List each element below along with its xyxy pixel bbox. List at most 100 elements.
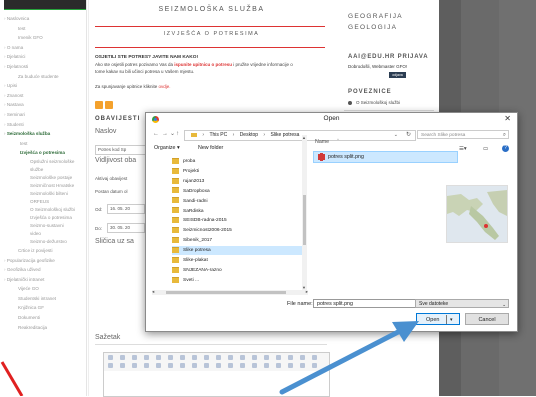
editor-tool-button[interactable] bbox=[216, 355, 221, 360]
forward-arrow-icon[interactable]: → bbox=[162, 130, 168, 138]
nav-folder-item[interactable]: SaRdiska bbox=[172, 207, 302, 216]
sidebar-item[interactable]: test bbox=[0, 139, 86, 149]
sidebar-item[interactable]: test bbox=[0, 24, 86, 34]
editor-tool-button[interactable] bbox=[120, 355, 125, 360]
open-button[interactable]: Open ▾ bbox=[416, 313, 460, 325]
sidebar-item[interactable]: Seizmičnost Hrvatske bbox=[0, 182, 86, 190]
editor-tool-button[interactable] bbox=[252, 355, 257, 360]
editor-tool-button[interactable] bbox=[228, 355, 233, 360]
sidebar-item[interactable]: Upisi bbox=[0, 81, 86, 91]
breadcrumb-this-pc[interactable]: This PC bbox=[209, 132, 227, 138]
editor-tool-button[interactable] bbox=[264, 363, 269, 368]
sidebar-item[interactable]: video bbox=[0, 230, 86, 238]
search-input[interactable]: Search Slike potresa ⌕ bbox=[417, 130, 509, 139]
sidebar-item[interactable]: Knjižnica GF bbox=[0, 303, 86, 313]
nav-folder-item[interactable]: Projekti bbox=[172, 167, 302, 176]
editor-tool-button[interactable] bbox=[120, 363, 125, 368]
view-options-icon[interactable]: ☰▾ bbox=[459, 146, 467, 152]
sidebar-item[interactable]: Reakreditacija bbox=[0, 323, 86, 333]
new-folder-button[interactable]: New folder bbox=[198, 145, 223, 151]
sidebar-item[interactable]: O Seizmološkoj službi bbox=[0, 206, 86, 214]
editor-tool-button[interactable] bbox=[216, 363, 221, 368]
from-date-input[interactable]: 16. 05. 20 bbox=[107, 204, 145, 214]
sidebar-item[interactable]: Dokumenti bbox=[0, 313, 86, 323]
recent-locations-icon[interactable]: ⌄ bbox=[170, 130, 175, 138]
sidebar-item[interactable]: Djelatnici bbox=[0, 52, 86, 62]
navigation-scrollbar[interactable]: ▲ ▼ bbox=[302, 135, 307, 290]
sidebar-item[interactable]: Djelatnički intranet bbox=[0, 275, 86, 285]
editor-tool-button[interactable] bbox=[108, 363, 113, 368]
nav-folder-item[interactable]: Slike potresa bbox=[172, 246, 302, 256]
editor-tool-button[interactable] bbox=[288, 355, 293, 360]
breadcrumb-slike-potresa[interactable]: Slike potresa bbox=[270, 132, 299, 138]
scroll-up-icon[interactable]: ▲ bbox=[302, 135, 306, 140]
sidebar-item[interactable]: Naslovnica bbox=[0, 14, 86, 24]
nav-folder-item[interactable]: Slike-plakat bbox=[172, 256, 302, 265]
hscroll-thumb[interactable] bbox=[166, 291, 286, 294]
close-icon[interactable]: ✕ bbox=[504, 114, 511, 124]
sidebar-item[interactable]: Izvješća o potresima bbox=[0, 148, 86, 158]
title-input[interactable]: Potres kod Sp bbox=[95, 145, 147, 155]
nav-folder-item[interactable]: SNJEZANA-razno bbox=[172, 266, 302, 275]
sidebar-item[interactable]: Popularizacija geofizike bbox=[0, 256, 86, 266]
questionnaire-link[interactable]: ispunite upitnicu o potresu bbox=[174, 62, 232, 67]
editor-tool-button[interactable] bbox=[312, 363, 317, 368]
sidebar-item[interactable]: Geofizika užived bbox=[0, 265, 86, 275]
sidebar-item[interactable]: Imenik GFO bbox=[0, 33, 86, 43]
file-type-select[interactable]: Sve datoteke ⌄ bbox=[415, 299, 509, 308]
sidebar-item[interactable]: Za buduće studente bbox=[0, 72, 86, 82]
nav-folder-item[interactable]: rujan2013 bbox=[172, 177, 302, 186]
to-date-input[interactable]: 30. 05. 20 bbox=[107, 223, 145, 233]
address-bar[interactable]: › This PC › Desktop › Slike potresa ⌄ ↻ bbox=[184, 130, 416, 141]
cancel-button[interactable]: Cancel bbox=[465, 313, 509, 325]
editor-tool-button[interactable] bbox=[204, 355, 209, 360]
sidebar-item[interactable]: Seminari bbox=[0, 110, 86, 120]
editor-tool-button[interactable] bbox=[144, 363, 149, 368]
nav-folder-item[interactable]: Sandi-radni bbox=[172, 197, 302, 206]
horizontal-scrollbar[interactable]: ◂ ▸ bbox=[152, 289, 308, 295]
file-item[interactable]: potres split.png bbox=[313, 151, 458, 163]
editor-tool-button[interactable] bbox=[300, 355, 305, 360]
sidebar-item[interactable]: Djelatnosti bbox=[0, 62, 86, 72]
scroll-right-icon[interactable]: ▸ bbox=[306, 289, 308, 295]
scroll-left-icon[interactable]: ◂ bbox=[152, 289, 154, 295]
link-item[interactable]: O Seizmološkoj službi bbox=[348, 100, 400, 105]
editor-tool-button[interactable] bbox=[288, 363, 293, 368]
editor-tool-button[interactable] bbox=[132, 363, 137, 368]
nav-folder-item[interactable]: SEISDB-radna-2015 bbox=[172, 216, 302, 225]
sidebar-item[interactable]: Crtice iz povijesti bbox=[0, 246, 86, 256]
nav-folder-item[interactable]: Seizmicnost2006-2015 bbox=[172, 226, 302, 235]
editor-tool-button[interactable] bbox=[312, 355, 317, 360]
editor-tool-button[interactable] bbox=[168, 355, 173, 360]
preview-pane-icon[interactable]: ▭ bbox=[483, 146, 488, 152]
editor-tool-button[interactable] bbox=[192, 363, 197, 368]
sidebar-item[interactable]: Studenti bbox=[0, 120, 86, 130]
chevron-down-icon[interactable]: ⌄ bbox=[394, 131, 398, 140]
help-icon[interactable]: ? bbox=[502, 145, 509, 152]
sidebar-item[interactable]: Nastava bbox=[0, 100, 86, 110]
rich-text-editor[interactable] bbox=[103, 371, 330, 397]
sidebar-item[interactable]: Vijeće GO bbox=[0, 284, 86, 294]
link-geografija[interactable]: GEOGRAFIJA bbox=[348, 13, 403, 20]
add-button[interactable] bbox=[105, 101, 113, 109]
editor-tool-button[interactable] bbox=[228, 363, 233, 368]
editor-tool-button[interactable] bbox=[240, 355, 245, 360]
organize-button[interactable]: Organize ▾ bbox=[154, 145, 180, 151]
editor-tool-button[interactable] bbox=[180, 355, 185, 360]
nav-folder-item[interactable]: Sibenik_2017 bbox=[172, 236, 302, 245]
dialog-titlebar[interactable]: Open ✕ bbox=[146, 113, 517, 126]
nav-folder-item[interactable]: Sveti ... bbox=[172, 276, 302, 285]
name-column-header[interactable]: Name bbox=[315, 139, 329, 145]
editor-tool-button[interactable] bbox=[300, 363, 305, 368]
back-arrow-icon[interactable]: ← bbox=[153, 130, 159, 138]
editor-tool-button[interactable] bbox=[252, 363, 257, 368]
sidebar-item[interactable]: Seizmološka služba bbox=[0, 129, 86, 139]
sidebar-item[interactable]: Seizmo-sustavni bbox=[0, 222, 86, 230]
nav-folder-item[interactable]: SaDropboxa bbox=[172, 187, 302, 196]
editor-tool-button[interactable] bbox=[180, 363, 185, 368]
sidebar-item[interactable]: Znanost bbox=[0, 91, 86, 101]
editor-tool-button[interactable] bbox=[108, 355, 113, 360]
sidebar-item[interactable]: ORFEUS bbox=[0, 198, 86, 206]
edit-button[interactable] bbox=[95, 101, 103, 109]
editor-tool-button[interactable] bbox=[168, 363, 173, 368]
